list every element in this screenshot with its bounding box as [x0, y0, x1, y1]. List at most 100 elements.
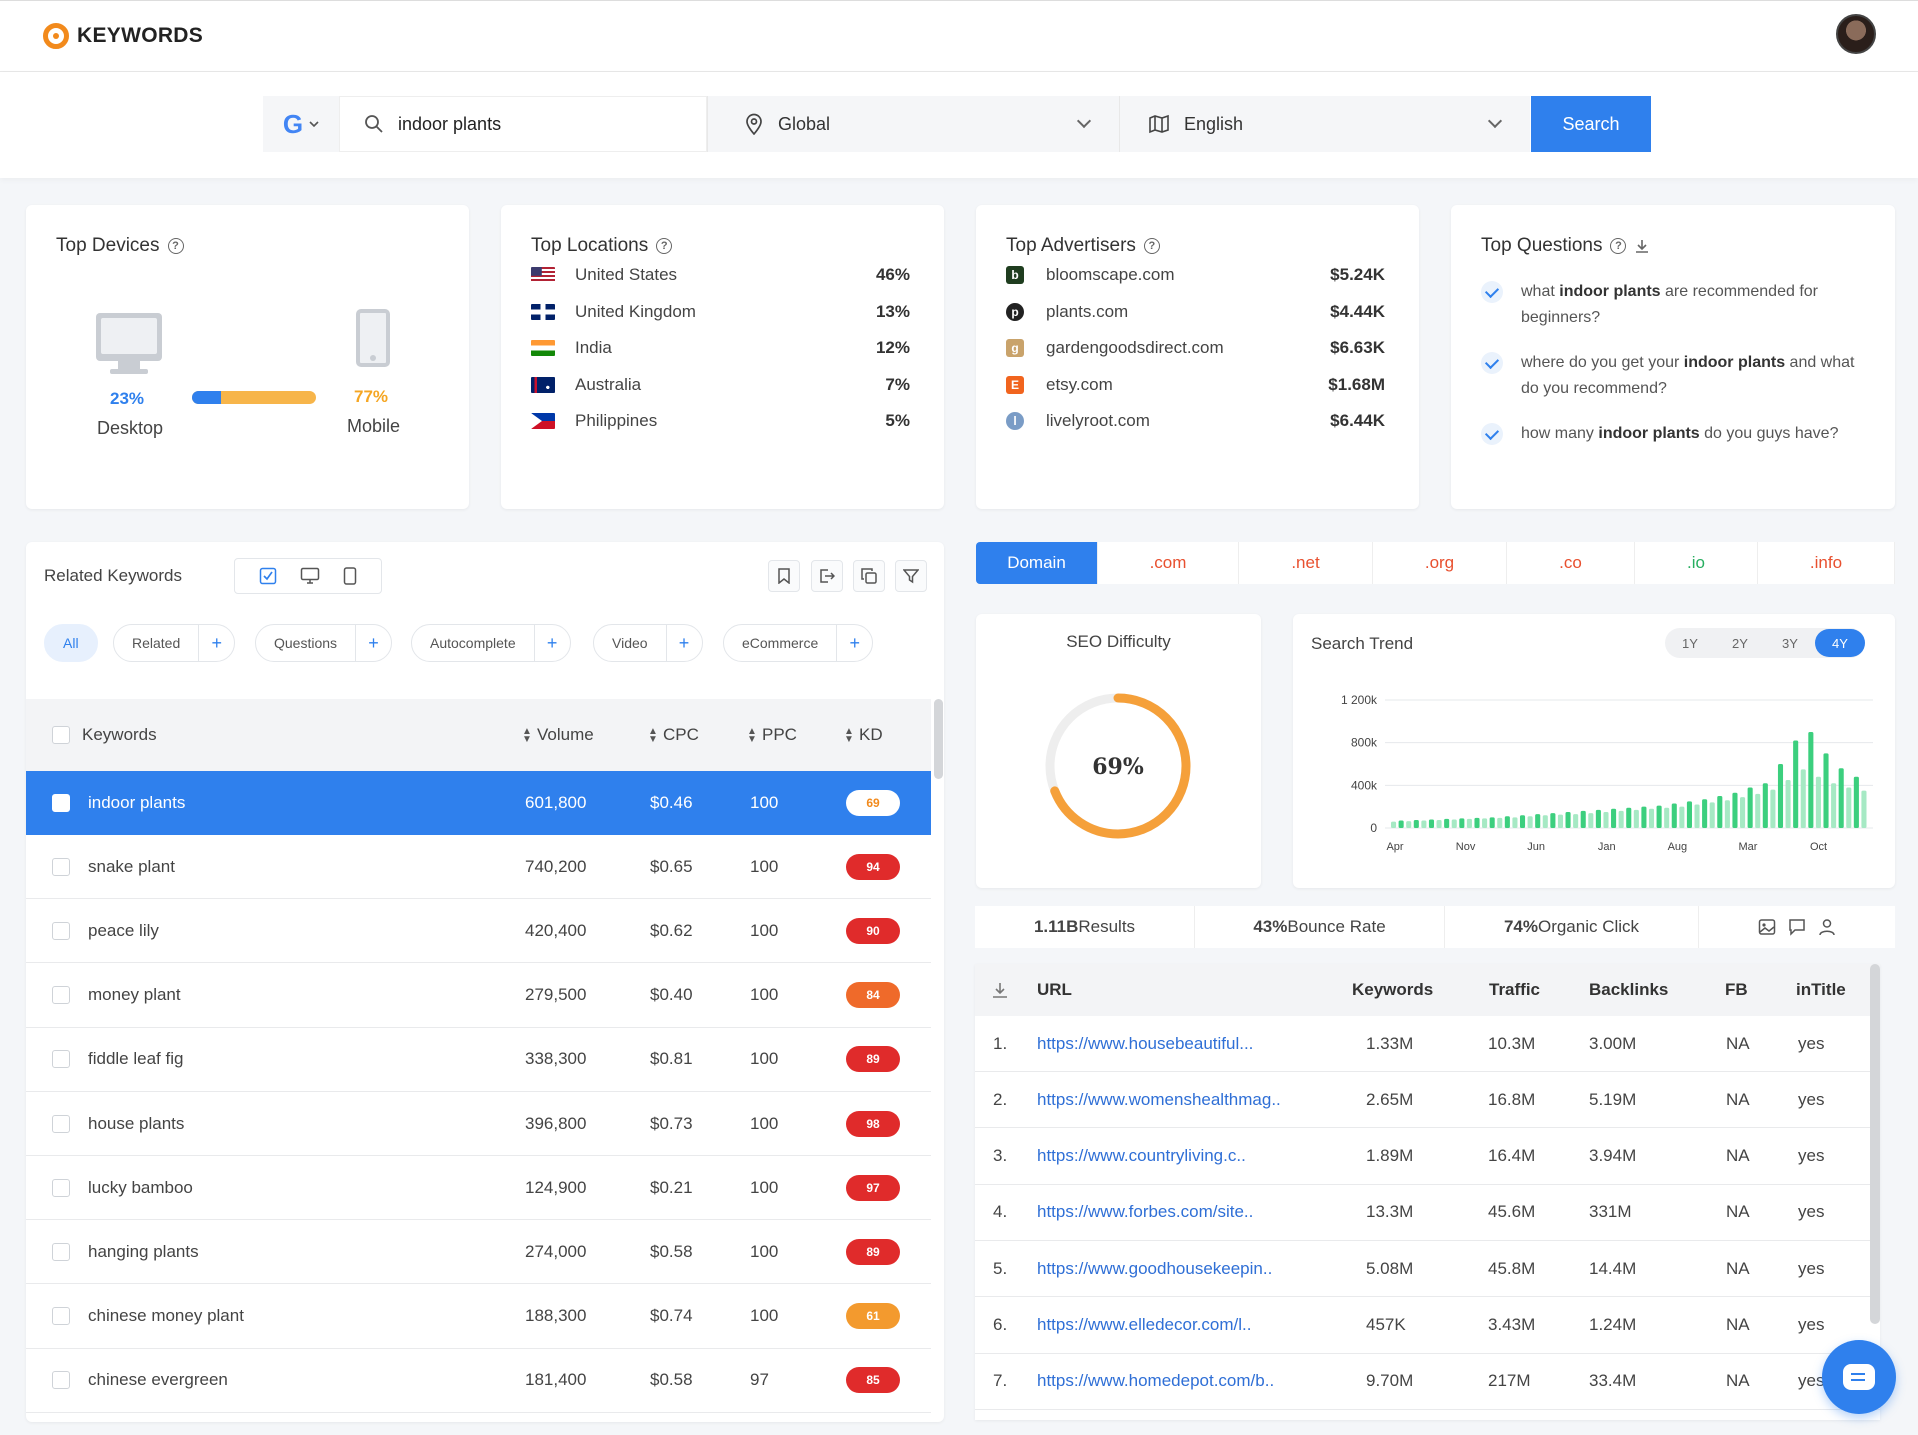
- domain-tab-com[interactable]: .com: [1098, 542, 1239, 584]
- column-keywords[interactable]: Keywords: [82, 725, 157, 745]
- help-icon[interactable]: ?: [1610, 238, 1627, 254]
- cpc-cell: $0.74: [650, 1306, 693, 1326]
- url-table-scrollbar[interactable]: [1870, 964, 1880, 1324]
- copy-button[interactable]: [853, 560, 885, 592]
- add-icon[interactable]: +: [198, 625, 234, 661]
- add-icon[interactable]: +: [836, 625, 872, 661]
- question-text: where do you get your indoor plants and …: [1521, 350, 1865, 402]
- location-select[interactable]: Global: [707, 96, 1119, 152]
- keyword-row[interactable]: chinese money plant 188,300 $0.74 100 61: [26, 1285, 931, 1349]
- search-engine-select[interactable]: G: [263, 96, 339, 152]
- domain-tab-Domain[interactable]: Domain: [976, 542, 1098, 584]
- keyword-row[interactable]: snake plant 740,200 $0.65 100 94: [26, 835, 931, 900]
- row-checkbox[interactable]: [52, 794, 70, 812]
- user-avatar[interactable]: [1836, 14, 1876, 54]
- trend-bar: [1588, 813, 1594, 828]
- result-url-link[interactable]: https://www.elledecor.com/l..: [1037, 1315, 1251, 1335]
- row-checkbox[interactable]: [52, 1242, 70, 1261]
- desktop-filter-icon[interactable]: [300, 567, 320, 585]
- comment-icon[interactable]: [1788, 918, 1806, 936]
- filter-chip-ecommerce[interactable]: eCommerce +: [723, 624, 874, 662]
- result-url-link[interactable]: https://www.womenshealthmag..: [1037, 1090, 1281, 1110]
- trend-bar: [1664, 807, 1670, 828]
- advertiser-row[interactable]: Eetsy.com $1.68M: [1006, 373, 1385, 397]
- domain-tab-net[interactable]: .net: [1239, 542, 1373, 584]
- advertiser-row[interactable]: g gardengoodsdirect.com $6.63K: [1006, 336, 1385, 360]
- row-checkbox[interactable]: [52, 1178, 70, 1197]
- add-icon[interactable]: +: [355, 625, 391, 661]
- keyword-cell: indoor plants: [88, 793, 186, 812]
- help-icon[interactable]: ?: [656, 238, 673, 254]
- row-checkbox[interactable]: [52, 1307, 70, 1326]
- column-ppc[interactable]: ▲ ▼ PPC: [747, 725, 797, 745]
- keyword-cell: chinese money plant: [88, 1306, 244, 1326]
- fb-cell: NA: [1726, 1033, 1750, 1053]
- keywords-cell: 5.08M: [1366, 1258, 1414, 1278]
- question-item[interactable]: where do you get your indoor plants and …: [1481, 350, 1865, 402]
- row-number: 1.: [993, 1033, 1008, 1053]
- advertiser-row[interactable]: b bloomscape.com $5.24K: [1006, 263, 1385, 287]
- column-kd[interactable]: ▲ ▼ KD: [844, 725, 883, 745]
- domain-tab-info[interactable]: .info: [1758, 542, 1895, 584]
- row-checkbox[interactable]: [52, 1371, 70, 1390]
- bookmark-button[interactable]: [768, 560, 800, 592]
- column-volume[interactable]: ▲ ▼ Volume: [522, 725, 594, 745]
- result-url-link[interactable]: https://www.homedepot.com/b..: [1037, 1371, 1274, 1391]
- filter-chip-questions[interactable]: Questions +: [255, 624, 393, 662]
- result-url-link[interactable]: https://www.goodhousekeepin..: [1037, 1259, 1272, 1279]
- x-tick-label: Jun: [1527, 841, 1545, 853]
- filter-chip-related[interactable]: Related +: [113, 624, 236, 662]
- keyword-row[interactable]: hanging plants 274,000 $0.58 100 89: [26, 1220, 931, 1285]
- result-url-link[interactable]: https://www.countryliving.c..: [1037, 1146, 1246, 1166]
- question-item[interactable]: how many indoor plants do you guys have?: [1481, 421, 1865, 447]
- filter-chip-all[interactable]: All: [44, 624, 98, 662]
- export-button[interactable]: [811, 560, 843, 592]
- result-url-link[interactable]: https://www.forbes.com/site..: [1037, 1202, 1253, 1222]
- row-checkbox[interactable]: [52, 1050, 70, 1069]
- advertiser-row[interactable]: l livelyroot.com $6.44K: [1006, 409, 1385, 433]
- user-icon[interactable]: [1818, 918, 1836, 936]
- row-checkbox[interactable]: [52, 921, 70, 940]
- cpc-cell: $0.81: [650, 1049, 693, 1069]
- keyword-row[interactable]: peace lily 420,400 $0.62 100 90: [26, 899, 931, 964]
- row-checkbox[interactable]: [52, 986, 70, 1005]
- help-icon[interactable]: ?: [167, 238, 184, 254]
- trend-bar: [1686, 801, 1692, 828]
- filter-button[interactable]: [895, 560, 927, 592]
- search-button[interactable]: Search: [1531, 96, 1651, 152]
- advertiser-domain: bloomscape.com: [1046, 265, 1175, 284]
- chat-button[interactable]: [1822, 1340, 1896, 1414]
- device-filter-toggle: [234, 558, 382, 594]
- keyword-row[interactable]: money plant 279,500 $0.40 100 84: [26, 964, 931, 1028]
- domain-tab-io[interactable]: .io: [1635, 542, 1758, 584]
- keyword-row[interactable]: lucky bamboo 124,900 $0.21 100 97: [26, 1156, 931, 1221]
- fb-cell: NA: [1726, 1315, 1750, 1334]
- image-icon[interactable]: [1758, 918, 1776, 936]
- filter-chip-autocomplete[interactable]: Autocomplete +: [411, 624, 571, 662]
- keyword-row[interactable]: house plants 396,800 $0.73 100 98: [26, 1092, 931, 1156]
- domain-tab-org[interactable]: .org: [1373, 542, 1507, 584]
- row-checkbox[interactable]: [52, 857, 70, 876]
- download-icon[interactable]: [991, 981, 1009, 999]
- select-all-checkbox[interactable]: [52, 726, 70, 744]
- app-logo[interactable]: KEYWORDS: [43, 23, 203, 49]
- add-icon[interactable]: +: [533, 625, 570, 661]
- keyword-row[interactable]: indoor plants 601,800 $0.46 100 69: [26, 771, 931, 835]
- advertiser-row[interactable]: p plants.com $4.44K: [1006, 300, 1385, 324]
- search-input[interactable]: indoor plants: [339, 96, 707, 152]
- mobile-filter-icon[interactable]: [343, 567, 357, 585]
- domain-tab-co[interactable]: .co: [1507, 542, 1635, 584]
- language-select[interactable]: English: [1119, 96, 1530, 152]
- help-icon[interactable]: ?: [1143, 238, 1160, 254]
- question-item[interactable]: what indoor plants are recommended for b…: [1481, 279, 1865, 331]
- keyword-row[interactable]: chinese evergreen 181,400 $0.58 97 85: [26, 1349, 931, 1413]
- keyword-row[interactable]: fiddle leaf fig 338,300 $0.81 100 89: [26, 1028, 931, 1092]
- result-url-link[interactable]: https://www.housebeautiful...: [1037, 1034, 1253, 1054]
- column-cpc[interactable]: ▲ ▼ CPC: [648, 725, 699, 745]
- add-icon[interactable]: +: [665, 625, 702, 661]
- download-icon[interactable]: [1634, 238, 1650, 254]
- all-devices-check-icon[interactable]: [259, 567, 277, 585]
- table-scrollbar[interactable]: [934, 699, 943, 779]
- row-checkbox[interactable]: [52, 1114, 70, 1133]
- filter-chip-video[interactable]: Video +: [593, 624, 703, 662]
